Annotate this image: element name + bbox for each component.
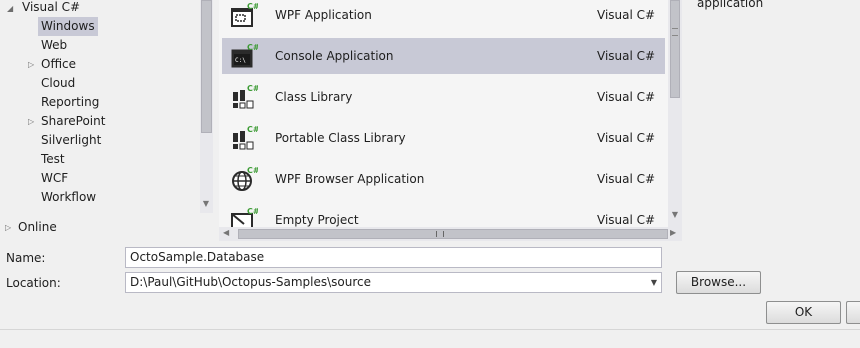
svg-text:C#: C# (247, 166, 258, 175)
tree-item-online[interactable]: Online (18, 218, 57, 237)
template-language: Visual C# (597, 49, 656, 63)
tree-item-visual-csharp[interactable]: Visual C# (22, 0, 80, 17)
svg-text:C#: C# (247, 84, 258, 93)
template-row-console-application[interactable]: C:\ C# Console Application Visual C# (222, 38, 665, 74)
tree-item-label: Workflow (41, 190, 97, 204)
tree-item-windows[interactable]: Windows (38, 17, 98, 36)
name-input[interactable]: OctoSample.Database (125, 247, 662, 268)
template-name: Console Application (275, 49, 394, 63)
template-language: Visual C# (597, 90, 656, 104)
description-text: application (697, 0, 764, 10)
tree-item-cloud[interactable]: Cloud (41, 74, 75, 93)
portable-class-library-icon: C# (230, 124, 260, 152)
tree-item-label: Test (41, 152, 65, 166)
tree-item-label: Visual C# (22, 0, 81, 14)
expand-arrow-icon[interactable]: ▷ (5, 223, 11, 232)
tree-scrollbar[interactable]: ▼ (200, 0, 213, 213)
template-tree: ◢ Visual C# Windows Web ▷ Office Cloud R… (0, 0, 214, 238)
tree-item-label: Windows (41, 19, 95, 33)
template-row-wpf-browser-application[interactable]: C# WPF Browser Application Visual C# (222, 161, 665, 197)
template-name: Portable Class Library (275, 131, 406, 145)
tree-item-workflow[interactable]: Workflow (41, 188, 96, 207)
ok-button[interactable]: OK (766, 301, 841, 324)
svg-text:C:\: C:\ (235, 57, 246, 64)
collapse-arrow-icon[interactable]: ◢ (7, 4, 13, 13)
name-label: Name: (6, 251, 46, 265)
template-row-class-library[interactable]: C# Class Library Visual C# (222, 79, 665, 115)
cancel-button[interactable] (846, 301, 860, 324)
description-pane: application (686, 0, 860, 238)
scroll-left-arrow-icon[interactable]: ◀ (223, 228, 229, 237)
empty-project-icon: C# (230, 206, 260, 227)
tree-item-label: WCF (41, 171, 69, 185)
template-list-hscrollbar[interactable]: ◀ ▶ (219, 227, 682, 241)
wpf-browser-application-icon: C# (230, 165, 260, 193)
tree-item-silverlight[interactable]: Silverlight (41, 131, 101, 150)
tree-item-office[interactable]: Office (41, 55, 76, 74)
template-language: Visual C# (597, 131, 656, 145)
tree-scrollbar-thumb[interactable] (201, 0, 212, 133)
tree-item-reporting[interactable]: Reporting (41, 93, 99, 112)
svg-text:C#: C# (247, 43, 258, 52)
browse-button[interactable]: Browse... (676, 271, 761, 294)
location-combobox[interactable]: D:\Paul\GitHub\Octopus-Samples\source ▼ (125, 272, 662, 293)
wpf-application-icon: C# (230, 1, 260, 29)
tree-item-label: Reporting (41, 95, 100, 109)
svg-text:C#: C# (247, 2, 258, 11)
location-label: Location: (6, 276, 61, 290)
template-list-scrollbar-thumb[interactable] (670, 0, 680, 98)
template-name: Class Library (275, 90, 353, 104)
expand-arrow-icon[interactable]: ▷ (28, 117, 34, 126)
template-list-scrollbar[interactable]: ▼ (668, 0, 682, 227)
tree-item-label: Cloud (41, 76, 76, 90)
scroll-right-arrow-icon[interactable]: ▶ (670, 228, 676, 237)
template-row-wpf-application[interactable]: C# WPF Application Visual C# (222, 0, 665, 33)
divider (0, 329, 860, 330)
template-language: Visual C# (597, 172, 656, 186)
tree-item-label: Silverlight (41, 133, 102, 147)
chevron-down-icon[interactable]: ▼ (651, 273, 657, 292)
template-language: Visual C# (597, 8, 656, 22)
tree-item-label: SharePoint (41, 114, 106, 128)
template-list: C# WPF Application Visual C# C:\ C# Cons… (219, 0, 668, 227)
template-name: WPF Browser Application (275, 172, 425, 186)
svg-text:C#: C# (247, 125, 258, 134)
tree-item-wcf[interactable]: WCF (41, 169, 68, 188)
location-value: D:\Paul\GitHub\Octopus-Samples\source (130, 275, 372, 289)
tree-item-test[interactable]: Test (41, 150, 65, 169)
scroll-down-arrow-icon[interactable]: ▼ (669, 210, 681, 219)
scrollbar-grip-icon (436, 231, 444, 237)
tree-item-sharepoint[interactable]: SharePoint (41, 112, 105, 131)
tree-item-label: Online (18, 220, 57, 234)
class-library-icon: C# (230, 83, 260, 111)
template-row-empty-project[interactable]: C# Empty Project Visual C# (222, 202, 665, 227)
expand-arrow-icon[interactable]: ▷ (28, 60, 34, 69)
console-application-icon: C:\ C# (230, 42, 260, 70)
template-name: Empty Project (275, 213, 359, 227)
template-name: WPF Application (275, 8, 372, 22)
tree-item-label: Office (41, 57, 77, 71)
template-row-portable-class-library[interactable]: C# Portable Class Library Visual C# (222, 120, 665, 156)
scrollbar-grip-icon (672, 28, 678, 36)
scroll-down-arrow-icon[interactable]: ▼ (200, 199, 212, 208)
tree-item-web[interactable]: Web (41, 36, 67, 55)
tree-item-label: Web (41, 38, 68, 52)
svg-text:C#: C# (247, 207, 258, 216)
template-language: Visual C# (597, 213, 656, 227)
template-list-hscrollbar-thumb[interactable] (238, 229, 668, 239)
